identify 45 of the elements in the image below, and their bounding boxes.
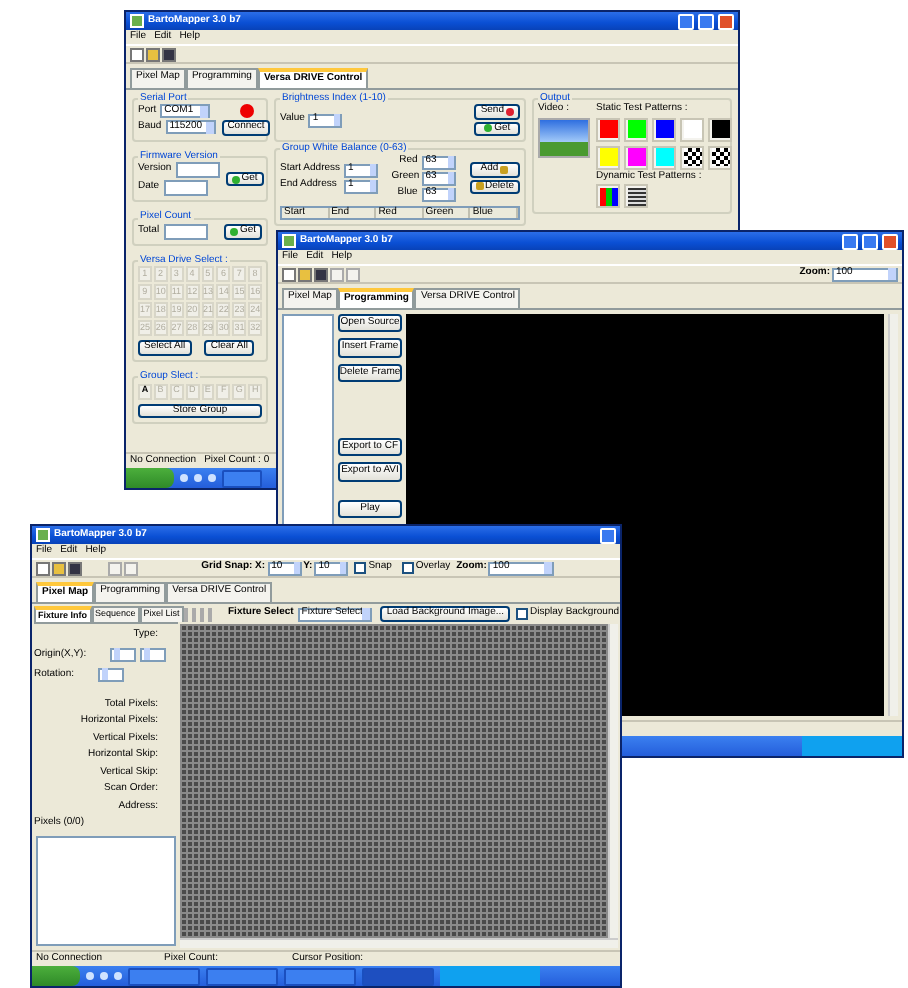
taskbar-button[interactable] (206, 967, 278, 985)
minimize-button[interactable] (678, 13, 694, 29)
total-field[interactable] (163, 223, 208, 240)
start-button[interactable] (32, 966, 80, 986)
folder-icon[interactable] (52, 561, 66, 575)
taskbar-button[interactable] (128, 967, 200, 985)
folder-icon[interactable] (146, 47, 160, 61)
new-file-icon[interactable] (282, 267, 296, 281)
scrollbar[interactable] (888, 313, 898, 716)
save-icon[interactable] (314, 267, 328, 281)
close-button[interactable] (882, 233, 898, 249)
minimize-button[interactable] (842, 233, 858, 249)
taskbar-button[interactable] (362, 967, 434, 985)
pixel-list[interactable] (36, 835, 176, 946)
app-icon (282, 234, 296, 248)
test-pattern-button[interactable] (708, 117, 732, 141)
app-icon (36, 528, 50, 542)
test-pattern-button[interactable] (680, 145, 704, 169)
save-icon[interactable] (162, 47, 176, 61)
taskbar-button[interactable] (284, 967, 356, 985)
color-bars-icon[interactable] (596, 184, 620, 208)
system-tray (802, 736, 902, 756)
save-icon[interactable] (68, 561, 82, 575)
taskbar-button[interactable] (222, 469, 262, 487)
system-tray (440, 966, 540, 986)
folder-icon[interactable] (298, 267, 312, 281)
landscape-thumbnail-icon[interactable] (538, 117, 590, 157)
maximize-button[interactable] (698, 13, 714, 29)
new-file-icon[interactable] (130, 47, 144, 61)
app-icon (130, 14, 144, 28)
maximize-button[interactable] (862, 233, 878, 249)
test-pattern-button[interactable] (652, 117, 676, 141)
new-file-icon[interactable] (36, 561, 50, 575)
scrollbar[interactable] (180, 938, 618, 948)
version-field[interactable] (175, 162, 220, 179)
close-button[interactable] (718, 13, 734, 29)
scrollbar[interactable] (608, 623, 618, 938)
test-pattern-button[interactable] (708, 145, 732, 169)
minimize-button[interactable] (600, 527, 616, 543)
origin-x-spinner[interactable] (110, 647, 137, 662)
pattern-icon[interactable] (624, 184, 648, 208)
origin-y-spinner[interactable] (140, 647, 167, 662)
start-button[interactable] (126, 468, 174, 488)
date-field[interactable] (163, 180, 208, 197)
rotation-spinner[interactable] (98, 667, 125, 682)
